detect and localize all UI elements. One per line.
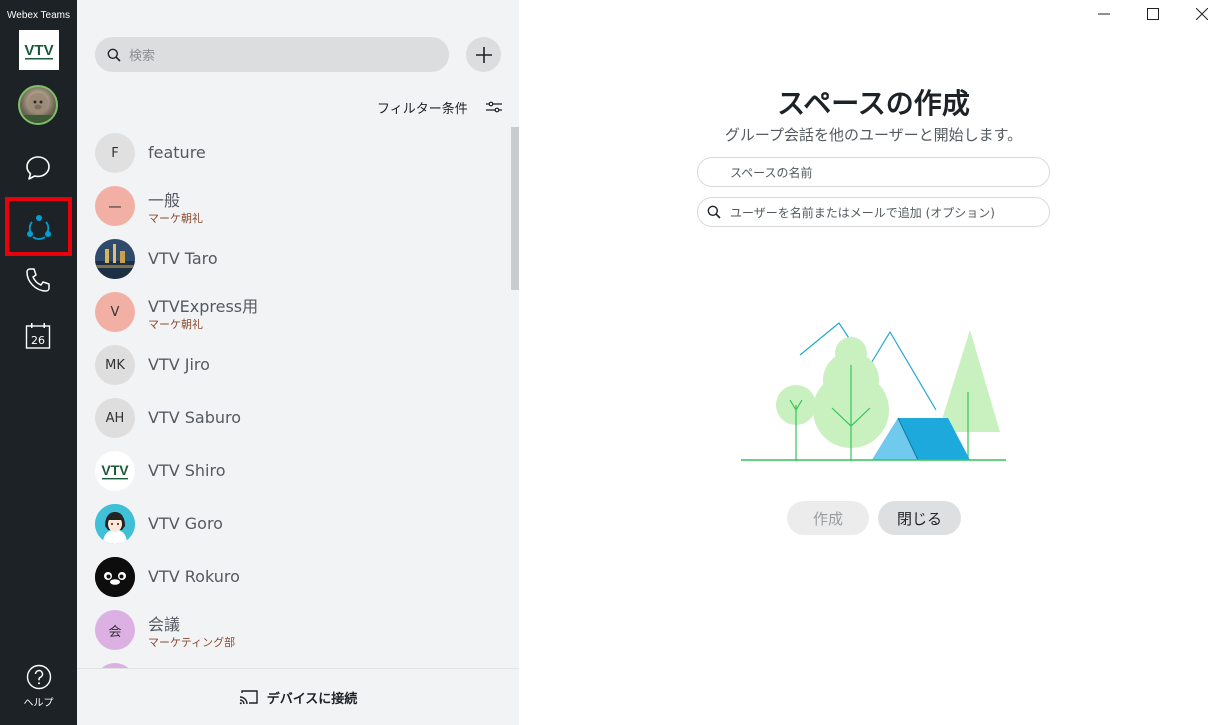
list-item[interactable]: VTV Goro [77, 498, 510, 551]
phone-icon [26, 268, 50, 292]
avatar-initials: V [110, 304, 120, 320]
teams-icon [26, 214, 51, 240]
list-item[interactable]: VTV VTV Shiro [77, 445, 510, 498]
spaces-list: F feature 一 一般 マーケ朝礼 VTV Taro V VTVExpre… [77, 127, 510, 668]
space-name: VTV Saburo [148, 408, 242, 427]
plus-icon [475, 46, 492, 63]
space-name: VTV Jiro [148, 355, 210, 374]
maximize-icon [1147, 8, 1159, 20]
list-item[interactable]: 会 会議 マーケティング部 [77, 604, 510, 657]
avatar-initials: AH [105, 410, 125, 426]
space-avatar: MK [95, 345, 135, 385]
maximize-button[interactable] [1138, 4, 1168, 24]
filter-label: フィルター条件 [377, 101, 468, 117]
avatar-initials: F [111, 145, 119, 161]
space-avatar: AH [95, 398, 135, 438]
space-name: VTV Goro [148, 514, 223, 533]
user-avatar[interactable] [18, 85, 58, 125]
close-window-button[interactable] [1187, 4, 1217, 24]
space-name: VTVExpress用 [148, 297, 259, 316]
minimize-icon [1098, 13, 1110, 15]
connect-device-label: デバイスに接続 [266, 691, 358, 707]
list-item[interactable]: VTV Taro [77, 233, 510, 286]
vtv-logo-icon: VTV [24, 42, 54, 60]
girl-avatar-icon [95, 504, 135, 544]
search-icon [107, 48, 121, 62]
avatar-initials: 会 [108, 624, 122, 640]
nav-rail: Webex Teams VTV 26 ヘルプ [0, 0, 77, 725]
list-item[interactable]: VTV Rokuro [77, 551, 510, 604]
help-icon [26, 664, 51, 690]
spaces-panel: 検索 フィルター条件 F feature 一 一般 マーケ朝礼 VTV Taro… [77, 0, 519, 725]
space-avatar: 一 [95, 186, 135, 226]
cityscape-photo-icon [95, 239, 135, 279]
space-avatar: 会 [95, 610, 135, 650]
vtv-logo-icon: VTV [101, 462, 129, 480]
help-label: ヘルプ [23, 698, 54, 709]
space-name: VTV Shiro [148, 461, 226, 480]
space-name: VTV Rokuro [148, 567, 240, 586]
nav-messaging-button[interactable] [18, 148, 58, 188]
list-item[interactable]: V VTVExpress用 マーケ朝礼 [77, 286, 510, 339]
nav-meetings-button[interactable]: 26 [18, 316, 58, 356]
svg-text:VTV: VTV [101, 462, 129, 478]
camping-illustration [741, 322, 1006, 461]
calendar-day-label: 26 [31, 334, 45, 347]
list-item[interactable]: AH VTV Saburo [77, 392, 510, 445]
space-name-field[interactable]: スペースの名前 [697, 157, 1050, 187]
create-button[interactable]: 作成 [787, 501, 869, 535]
list-item[interactable] [77, 657, 510, 668]
list-item[interactable]: F feature [77, 127, 510, 180]
close-icon [1196, 8, 1208, 20]
space-avatar [95, 557, 135, 597]
search-input[interactable]: 検索 [95, 37, 449, 72]
avatar-initials: 一 [108, 200, 122, 216]
help-button[interactable]: ヘルプ [0, 664, 77, 714]
list-scrollbar[interactable] [511, 127, 519, 290]
filter-sliders-icon [485, 101, 502, 113]
search-placeholder: 検索 [129, 49, 156, 64]
space-name: 一般 [148, 191, 181, 210]
filter-button[interactable]: フィルター条件 [377, 97, 502, 117]
add-users-placeholder: ユーザーを名前またはメールで追加 (オプション) [730, 205, 995, 220]
search-icon [707, 205, 721, 219]
list-item[interactable]: MK VTV Jiro [77, 339, 510, 392]
connect-device-button[interactable]: デバイスに接続 [77, 668, 519, 725]
close-button[interactable]: 閉じる [878, 501, 961, 535]
cast-icon [239, 690, 258, 705]
svg-text:VTV: VTV [24, 42, 53, 59]
space-name: VTV Taro [148, 249, 218, 268]
monkey-avatar-icon [20, 93, 56, 123]
space-name-placeholder: スペースの名前 [730, 165, 813, 180]
app-title: Webex Teams [7, 10, 70, 21]
space-subtitle: マーケティング部 [148, 636, 236, 649]
page-title: スペースの作成 [777, 87, 970, 120]
space-avatar [95, 239, 135, 279]
list-item[interactable]: 一 一般 マーケ朝礼 [77, 180, 510, 233]
org-logo[interactable]: VTV [19, 30, 59, 70]
space-avatar: VTV [95, 451, 135, 491]
minimize-button[interactable] [1089, 4, 1119, 24]
app-window: Webex Teams VTV 26 ヘルプ 検索 フィルター条件 F feat… [0, 0, 1230, 725]
add-space-button[interactable] [466, 37, 501, 72]
space-avatar [95, 504, 135, 544]
chat-bubble-icon [26, 156, 50, 180]
space-name: 会議 [148, 615, 181, 634]
calendar-icon: 26 [25, 323, 51, 349]
space-name: feature [148, 143, 206, 162]
nav-calls-button[interactable] [18, 260, 58, 300]
space-avatar: F [95, 133, 135, 173]
space-avatar: V [95, 292, 135, 332]
space-subtitle: マーケ朝礼 [148, 318, 203, 331]
avatar-initials: MK [105, 357, 125, 373]
penguin-avatar-icon [95, 557, 135, 597]
add-users-field[interactable]: ユーザーを名前またはメールで追加 (オプション) [697, 197, 1050, 227]
page-subtitle: グループ会話を他のユーザーと開始します。 [724, 126, 1023, 144]
space-subtitle: マーケ朝礼 [148, 212, 203, 225]
nav-teams-button[interactable] [5, 197, 72, 256]
